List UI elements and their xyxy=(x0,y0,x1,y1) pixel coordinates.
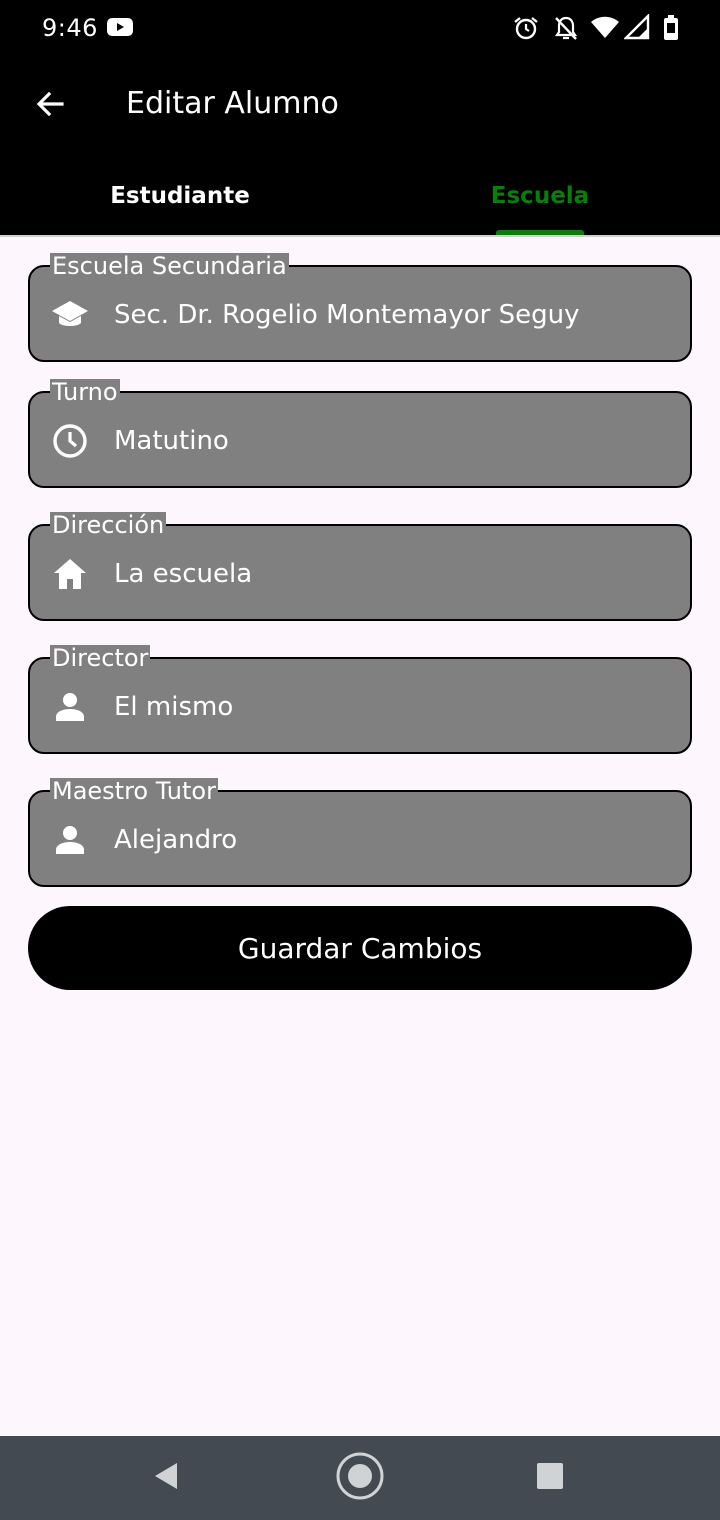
field-escuela-secundaria[interactable]: Escuela Secundaria xyxy=(28,253,692,362)
status-bar: 9:46 xyxy=(0,0,720,56)
nav-home-icon xyxy=(336,1452,384,1505)
app-bar: Editar Alumno xyxy=(0,56,720,156)
battery-icon xyxy=(662,14,680,42)
escuela-secundaria-input[interactable] xyxy=(114,299,674,331)
tab-escuela-label: Escuela xyxy=(490,182,590,209)
signal-icon xyxy=(623,13,650,42)
status-time: 9:46 xyxy=(42,14,98,42)
tabs-divider xyxy=(0,235,720,237)
field-turno[interactable]: Turno xyxy=(28,379,692,488)
tab-bar: Estudiante Escuela xyxy=(0,156,720,235)
field-label: Escuela Secundaria xyxy=(50,252,289,280)
field-label: Dirección xyxy=(50,511,167,539)
tab-estudiante[interactable]: Estudiante xyxy=(0,156,360,235)
person-icon xyxy=(50,820,90,860)
field-maestro-tutor[interactable]: Maestro Tutor xyxy=(28,778,692,887)
maestro-tutor-input[interactable] xyxy=(114,824,674,856)
home-icon xyxy=(50,554,90,594)
field-label: Turno xyxy=(50,378,120,406)
system-nav-bar xyxy=(0,1436,720,1520)
nav-recents-icon xyxy=(536,1462,564,1495)
youtube-icon xyxy=(106,15,134,43)
wifi-icon xyxy=(590,14,620,42)
field-label: Maestro Tutor xyxy=(50,777,218,805)
nav-back-icon xyxy=(151,1461,181,1496)
nav-back-button[interactable] xyxy=(142,1454,190,1502)
alarm-icon xyxy=(512,14,540,42)
school-icon xyxy=(50,295,90,335)
arrow-back-icon xyxy=(34,88,66,125)
nav-home-button[interactable] xyxy=(336,1452,384,1505)
director-input[interactable] xyxy=(114,691,674,723)
back-button[interactable] xyxy=(26,82,74,130)
field-label: Director xyxy=(50,644,151,672)
tab-escuela[interactable]: Escuela xyxy=(360,156,720,235)
clock-icon xyxy=(50,421,90,461)
notifications-off-icon xyxy=(552,14,580,42)
field-direccion[interactable]: Dirección xyxy=(28,512,692,621)
direccion-input[interactable] xyxy=(114,558,674,590)
page-title: Editar Alumno xyxy=(126,86,339,121)
nav-recents-button[interactable] xyxy=(526,1454,574,1502)
field-director[interactable]: Director xyxy=(28,645,692,754)
save-button[interactable]: Guardar Cambios xyxy=(28,906,692,990)
turno-input[interactable] xyxy=(114,425,674,457)
tab-estudiante-label: Estudiante xyxy=(110,182,250,209)
person-icon xyxy=(50,687,90,727)
